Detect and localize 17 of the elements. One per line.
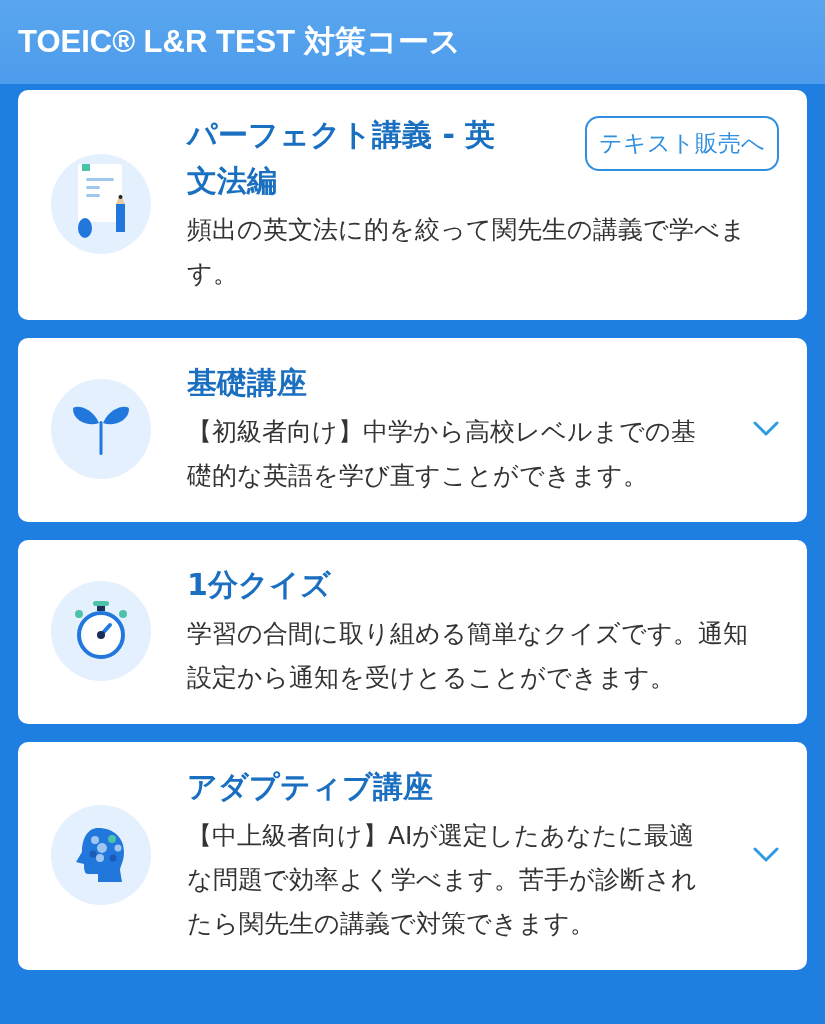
course-description: 頻出の英文法に的を絞って関先生の講義で学べます。 [187, 214, 747, 290]
course-card[interactable]: 1分クイズ 学習の合間に取り組める簡単なクイズです。通知設定から通知を受けとることができます。 [18, 540, 807, 724]
course-title: 1分クイズ [187, 566, 331, 604]
course-description: 【中上級者向け】AIが選定したあなたに最適な問題で効率よく学べます。苦手が診断されたら関先生の講義で対策できます。 [187, 820, 697, 940]
course-title: アダプティブ講座 [187, 768, 433, 806]
course-description: 【初級者向け】中学から高校レベルまでの基礎的な英語を学び直すことができます。 [187, 416, 697, 492]
course-card[interactable]: 基礎講座 【初級者向け】中学から高校レベルまでの基礎的な英語を学び直すことができます。 [18, 338, 807, 522]
header-title: TOEIC® L&R TEST 対策コース [18, 23, 461, 61]
chevron-down-icon[interactable] [753, 421, 779, 437]
course-card[interactable]: パーフェクト講義 - 英文法編 テキスト販売へ 頻出の英文法に的を絞って関先生の講義で学べます。 [18, 90, 807, 320]
stopwatch-icon [73, 601, 129, 661]
course-title: 基礎講座 [187, 364, 307, 402]
chevron-down-icon[interactable] [753, 847, 779, 863]
course-description: 学習の合間に取り組める簡単なクイズです。通知設定から通知を受けとることができます。 [187, 618, 749, 694]
head-network-icon [76, 828, 126, 882]
course-title: パーフェクト講義 - 英文法編 [187, 116, 497, 200]
course-card[interactable]: アダプティブ講座 【中上級者向け】AIが選定したあなたに最適な問題で効率よく学べます。苦手が診断されたら関先生の講義で対策できます。 [18, 742, 807, 970]
